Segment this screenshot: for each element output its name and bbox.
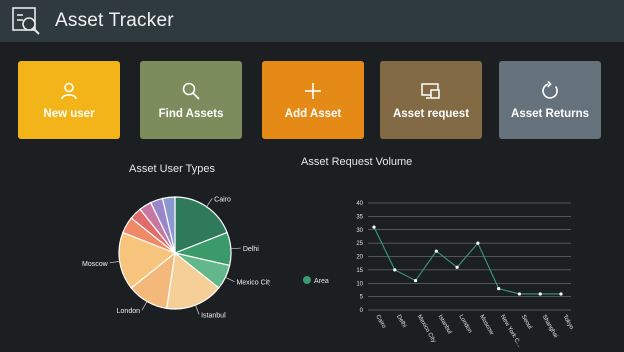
asset-returns-button[interactable]: Asset Returns — [499, 61, 601, 139]
data-point — [455, 265, 459, 269]
plus-icon — [303, 80, 323, 102]
series-line — [373, 226, 561, 295]
pie-leader-line — [206, 198, 213, 207]
asset-request-label: Asset request — [392, 108, 470, 120]
y-tick-label: 15 — [356, 268, 363, 274]
data-point — [476, 241, 480, 245]
pie-leader-line — [109, 261, 120, 264]
data-point — [538, 292, 542, 296]
line-chart-title: Asset Request Volume — [301, 156, 413, 168]
asset-returns-label: Asset Returns — [511, 108, 589, 120]
data-point — [559, 292, 563, 296]
pie-slice-label: Istanbul — [201, 312, 226, 319]
pie-slice-label: Mexico City — [236, 280, 270, 287]
x-tick-label: New York C... — [499, 314, 523, 349]
data-point — [393, 268, 397, 272]
pie-slice-label: Delhi — [243, 246, 259, 253]
x-tick-label: Moscow — [478, 314, 495, 337]
x-tick-label: Delhi — [395, 314, 407, 329]
data-point — [517, 292, 522, 296]
data-point — [372, 225, 376, 229]
legend-label: Area — [314, 278, 329, 285]
y-tick-label: 35 — [356, 214, 363, 220]
find-assets-button[interactable]: Find Assets — [140, 61, 242, 139]
asset-request-button[interactable]: Asset request — [380, 61, 482, 139]
x-tick-label: London — [457, 314, 472, 334]
line-chart: 0 5 10 15 20 25 30 35 40 Cairo Delhi Mexico City Ist… — [303, 201, 575, 349]
pie-slice-label: Moscow — [82, 261, 109, 268]
new-user-button[interactable]: New user — [18, 61, 120, 139]
pie-leader-line — [141, 301, 148, 311]
find-assets-label: Find Assets — [158, 108, 224, 120]
x-tick-label: Seoul — [520, 314, 533, 330]
x-tick-label: Shanghai — [540, 314, 558, 339]
x-tick-label: Tokyo — [561, 314, 574, 331]
pie-slice-label: Cairo — [214, 196, 231, 203]
x-tick-label: Istanbul — [437, 314, 453, 335]
data-point — [497, 287, 501, 291]
add-asset-label: Add Asset — [284, 108, 342, 120]
y-tick-label: 0 — [360, 308, 364, 314]
new-user-label: New user — [43, 108, 95, 120]
pie-chart: Cairo Delhi Mexico City Istanbul London Mosco… — [82, 196, 270, 319]
legend-marker — [303, 276, 311, 284]
asset-tracker-icon — [11, 6, 41, 36]
monitor-icon — [420, 80, 442, 102]
add-asset-button[interactable]: Add Asset — [262, 61, 364, 139]
search-icon — [181, 80, 201, 102]
y-tick-label: 40 — [356, 201, 363, 207]
x-tick-label: Cairo — [374, 314, 387, 330]
data-point — [434, 249, 438, 253]
pie-chart-title: Asset User Types — [129, 163, 215, 175]
y-tick-label: 10 — [356, 281, 363, 287]
y-tick-label: 25 — [356, 241, 363, 247]
x-tick-label: Mexico City — [416, 314, 437, 344]
pie-leader-line — [225, 276, 235, 282]
refresh-icon — [540, 80, 560, 102]
pie-leader-line — [230, 247, 241, 250]
y-tick-label: 5 — [360, 295, 364, 301]
y-tick-label: 20 — [356, 255, 363, 261]
data-point — [413, 278, 418, 283]
pie-leader-line — [195, 305, 200, 315]
y-tick-label: 30 — [356, 228, 363, 234]
app-title: Asset Tracker — [55, 10, 174, 31]
app-header: Asset Tracker — [0, 0, 624, 42]
user-icon — [59, 80, 79, 102]
pie-slice-label: London — [117, 308, 140, 315]
